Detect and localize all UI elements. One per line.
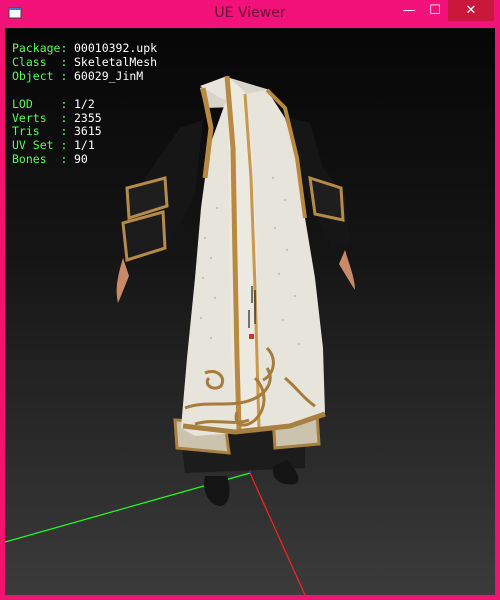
info-uvset: UV Set :1/1 <box>12 138 95 153</box>
info-tris: Tris :3615 <box>12 124 102 139</box>
info-class: Class : SkeletalMesh <box>12 54 158 69</box>
mesh-info-overlay: Package: 00010392.upk Class : SkeletalMesh… <box>12 41 158 167</box>
close-button[interactable]: ✕ <box>448 0 494 21</box>
x-axis-line <box>249 472 306 595</box>
info-object: Object :60029_JinM <box>12 68 144 83</box>
minimize-button[interactable]: — <box>396 0 422 21</box>
3d-viewport[interactable]: Package: 00010392.upk Class : SkeletalMesh… <box>5 28 495 595</box>
info-lod: LOD :1/2 <box>12 96 95 111</box>
info-package: Package: 00010392.upk <box>12 41 158 55</box>
maximize-button[interactable]: ☐ <box>422 0 448 21</box>
info-bones: Bones :90 <box>12 152 88 167</box>
app-window: UE Viewer — ☐ ✕ Package: 00010392.upk Cl… <box>0 0 500 600</box>
info-verts: Verts :2355 <box>12 110 102 125</box>
title-bar[interactable]: UE Viewer — ☐ ✕ <box>0 0 500 28</box>
